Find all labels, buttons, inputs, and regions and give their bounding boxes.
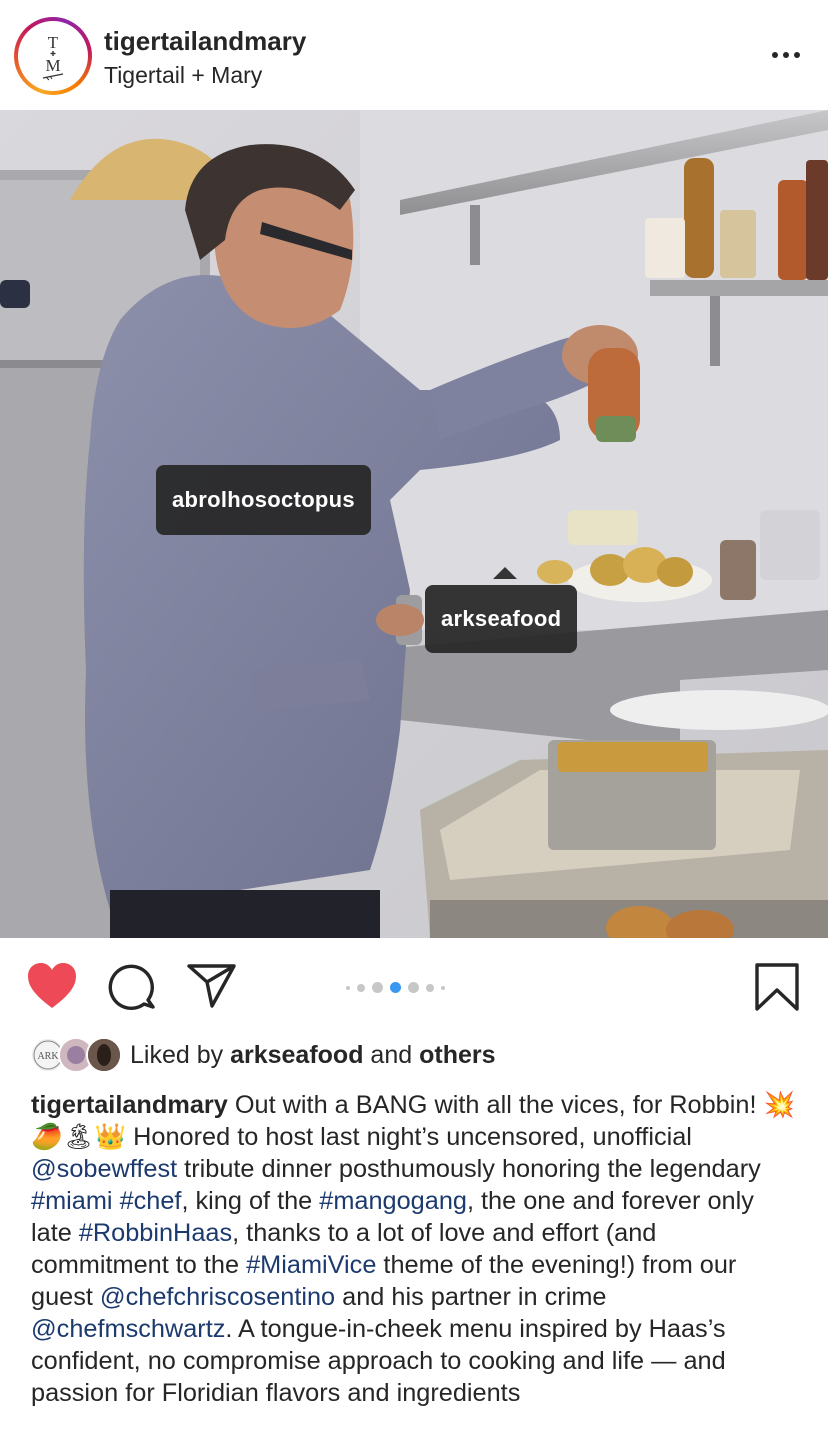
caption-hashtag[interactable]: #miami <box>31 1187 113 1215</box>
heart-filled-icon[interactable] <box>26 962 78 1015</box>
action-bar <box>0 938 828 1034</box>
monogram-bottom: M <box>45 56 60 75</box>
caption-hashtag[interactable]: #MiamiVice <box>246 1251 376 1279</box>
carousel-dot <box>357 983 365 992</box>
caption-username[interactable]: tigertailandmary <box>31 1091 228 1119</box>
carousel-dot <box>372 982 383 993</box>
tag-pointer <box>493 567 517 579</box>
carousel-dot-active <box>390 982 401 993</box>
caption-hashtag[interactable]: #chef <box>120 1187 182 1215</box>
photo-tag-arkseafood[interactable]: arkseafood <box>425 585 578 653</box>
post-header: T M tigertailandmary Tigertail + Mary <box>0 0 828 110</box>
caption-hashtag[interactable]: #RobbinHaas <box>79 1219 232 1247</box>
caption-mention[interactable]: @sobewffest <box>31 1155 177 1183</box>
liker-avatar-label: ARK <box>37 1051 59 1062</box>
carousel-dot <box>408 982 419 993</box>
liker-avatars: ARK <box>30 1037 122 1073</box>
carousel-dot <box>426 983 434 992</box>
post-caption: tigertailandmary Out with a BANG with al… <box>31 1089 801 1409</box>
carousel-dot <box>441 985 445 990</box>
post-photo[interactable]: abrolhosoctopus arkseafood <box>0 110 828 938</box>
likes-prefix: Liked by <box>130 1040 224 1069</box>
comment-icon[interactable] <box>108 962 156 1015</box>
likes-others[interactable]: others <box>419 1041 495 1069</box>
caption-hashtag[interactable]: #mangogang <box>319 1187 467 1215</box>
photo-tag-abrolhosoctopus[interactable]: abrolhosoctopus <box>156 465 371 535</box>
paper-plane-icon[interactable] <box>186 962 238 1015</box>
caption-text: , king of the <box>181 1187 320 1215</box>
ellipsis-icon[interactable] <box>766 40 806 70</box>
monogram-top: T <box>48 33 59 52</box>
carousel-dot <box>346 985 350 990</box>
post-location[interactable]: Tigertail + Mary <box>104 62 262 89</box>
likes-text: Liked by arkseafood and others <box>130 1041 496 1070</box>
bookmark-icon[interactable] <box>754 962 800 1017</box>
caption-text: and his partner in crime <box>335 1283 607 1311</box>
likes-first-user[interactable]: arkseafood <box>230 1041 363 1069</box>
likes-row[interactable]: ARK Liked by arkseafood and others <box>30 1036 496 1074</box>
caption-mention[interactable]: @chefmschwartz <box>31 1315 225 1343</box>
carousel-indicator <box>346 982 445 993</box>
caption-text: tribute dinner posthumously honoring the… <box>177 1155 761 1183</box>
kitchen-scene-image <box>0 110 828 938</box>
avatar-monogram: T M <box>18 21 88 91</box>
caption-text <box>113 1187 120 1215</box>
post-username[interactable]: tigertailandmary <box>104 26 306 57</box>
caption-mention[interactable]: @chefchriscosentino <box>100 1283 335 1311</box>
liker-avatar <box>86 1037 122 1073</box>
likes-and: and <box>370 1040 413 1069</box>
profile-avatar[interactable]: T M <box>14 17 92 95</box>
